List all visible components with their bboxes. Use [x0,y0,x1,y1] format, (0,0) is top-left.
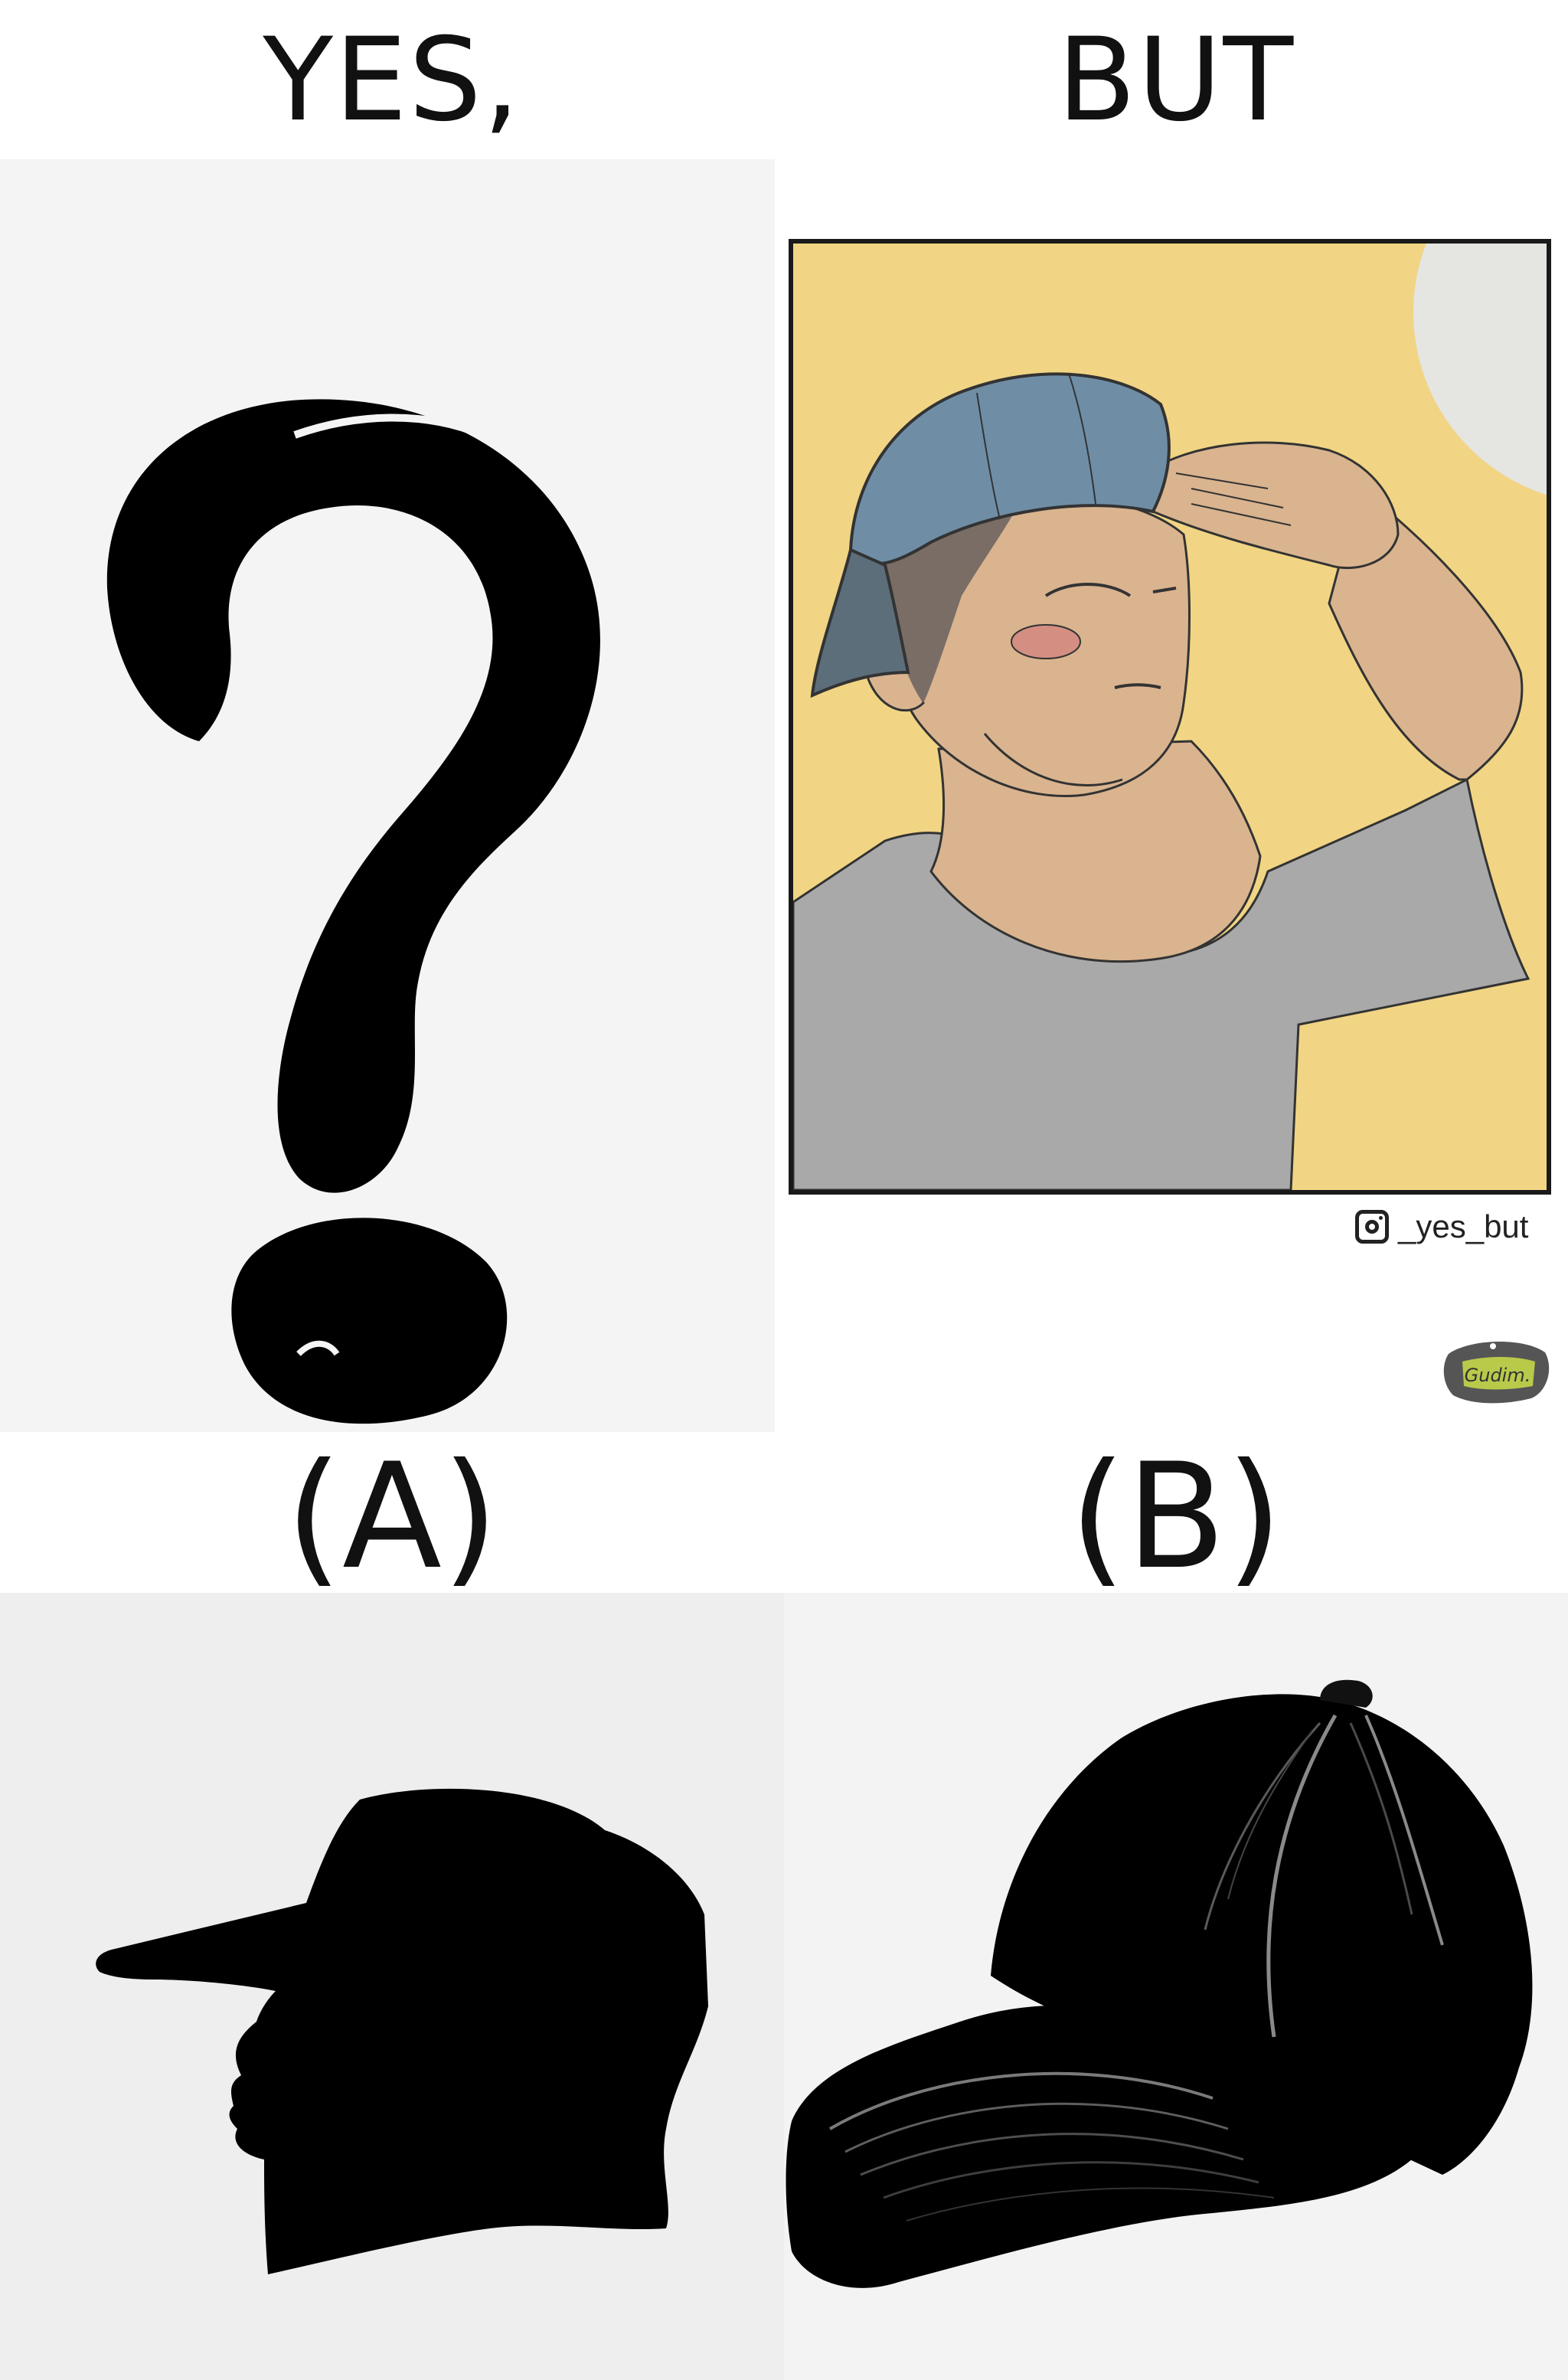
gudim-logo-text: Gudim. [1465,1365,1531,1386]
option-a-label: (A) [285,1431,499,1601]
instagram-icon [1355,1210,1389,1244]
but-title: BUT [1057,14,1295,147]
head-silhouette-panel [0,1593,784,2380]
question-mark-icon [106,399,600,1424]
question-mark-panel [0,159,775,1432]
head-with-cap-silhouette-icon [96,1788,709,2274]
option-b-label: (B) [1069,1431,1283,1601]
instagram-credit: _yes_but [1355,1204,1528,1250]
gudim-logo: Gudim. [1443,1341,1550,1404]
baseball-cap-panel [784,1593,1568,2380]
yes-title: YES, [263,14,521,147]
man-shading-eyes-illustration [793,244,1547,1190]
instagram-handle: _yes_but [1398,1208,1529,1244]
comic-panel [789,239,1551,1195]
baseball-cap-icon [786,1679,1533,2288]
